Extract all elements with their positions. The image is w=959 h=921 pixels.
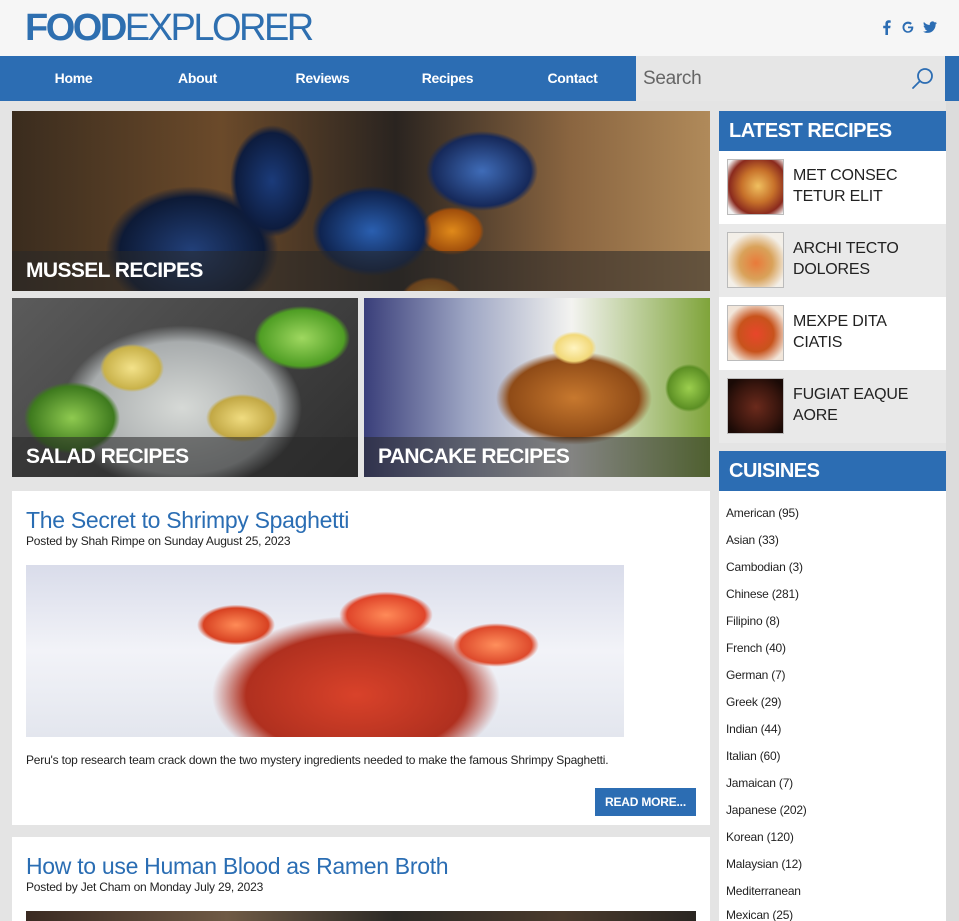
latest-recipe-item[interactable]: FUGIAT EAQUE AORE bbox=[719, 370, 946, 443]
recipe-title: MEXPE DITA CIATIS bbox=[793, 311, 938, 353]
recipe-title: MET CONSEC TETUR ELIT bbox=[793, 165, 938, 207]
tile-caption: MUSSEL RECIPES bbox=[26, 259, 203, 282]
cuisine-link[interactable]: Indian (44) bbox=[726, 722, 781, 736]
recipe-thumbnail bbox=[727, 232, 784, 288]
read-more-button[interactable]: READ MORE... bbox=[595, 788, 696, 816]
twitter-icon[interactable] bbox=[923, 19, 937, 35]
cuisine-link[interactable]: Italian (60) bbox=[726, 749, 780, 763]
cuisines-heading: CUISINES bbox=[719, 451, 946, 491]
recipe-thumbnail bbox=[727, 305, 784, 361]
post-title[interactable]: How to use Human Blood as Ramen Broth bbox=[26, 852, 449, 880]
hero-tile-mussel[interactable]: MUSSEL RECIPES bbox=[12, 111, 710, 291]
recipe-title-line: ARCHI TECTO bbox=[793, 240, 899, 257]
recipe-title-line: DOLORES bbox=[793, 261, 870, 278]
recipe-thumbnail bbox=[727, 159, 784, 215]
cuisine-link[interactable]: American (95) bbox=[726, 506, 799, 520]
hero-tile-salad[interactable]: SALAD RECIPES bbox=[12, 298, 358, 477]
cuisine-link[interactable]: French (40) bbox=[726, 641, 786, 655]
recipe-title-line: TETUR ELIT bbox=[793, 188, 883, 205]
post-card: How to use Human Blood as Ramen Broth Po… bbox=[12, 837, 710, 921]
facebook-icon[interactable] bbox=[879, 19, 893, 35]
social-links bbox=[879, 19, 937, 35]
logo-bold-text: FOOD bbox=[25, 7, 127, 49]
nav-recipes[interactable]: Recipes bbox=[385, 56, 510, 101]
google-icon[interactable] bbox=[901, 19, 915, 35]
tile-caption: SALAD RECIPES bbox=[26, 445, 189, 468]
nav-contact[interactable]: Contact bbox=[510, 56, 635, 101]
cuisine-link[interactable]: Chinese (281) bbox=[726, 587, 799, 601]
nav-home[interactable]: Home bbox=[11, 56, 136, 101]
post-title[interactable]: The Secret to Shrimpy Spaghetti bbox=[26, 506, 349, 534]
cuisine-link[interactable]: Mediterranean bbox=[726, 884, 801, 898]
cuisine-link[interactable]: Korean (120) bbox=[726, 830, 794, 844]
tile-caption: PANCAKE RECIPES bbox=[378, 445, 570, 468]
cuisine-link[interactable]: German (7) bbox=[726, 668, 786, 682]
cuisine-link[interactable]: Jamaican (7) bbox=[726, 776, 793, 790]
site-logo[interactable]: FOODEXPLORER bbox=[25, 7, 314, 49]
post-image[interactable] bbox=[26, 565, 624, 737]
page-edge bbox=[946, 101, 959, 921]
search-icon[interactable] bbox=[911, 67, 935, 91]
recipe-title-line: MEXPE DITA bbox=[793, 313, 887, 330]
cuisine-link[interactable]: Mexican (25) bbox=[726, 908, 793, 921]
cuisine-link[interactable]: Filipino (8) bbox=[726, 614, 780, 628]
recipe-title: FUGIAT EAQUE AORE bbox=[793, 384, 938, 426]
cuisine-link[interactable]: Japanese (202) bbox=[726, 803, 807, 817]
cuisine-link[interactable]: Cambodian (3) bbox=[726, 560, 803, 574]
latest-recipe-item[interactable]: ARCHI TECTO DOLORES bbox=[719, 224, 946, 297]
recipe-title-line: FUGIAT EAQUE bbox=[793, 386, 909, 403]
latest-recipes-heading: LATEST RECIPES bbox=[719, 111, 946, 151]
cuisine-link[interactable]: Asian (33) bbox=[726, 533, 779, 547]
cuisine-link[interactable]: Greek (29) bbox=[726, 695, 782, 709]
post-meta: Posted by Jet Cham on Monday July 29, 20… bbox=[26, 880, 264, 894]
recipe-thumbnail bbox=[727, 378, 784, 434]
latest-recipe-item[interactable]: MEXPE DITA CIATIS bbox=[719, 297, 946, 370]
post-meta: Posted by Shah Rimpe on Sunday August 25… bbox=[26, 534, 291, 548]
nav-about[interactable]: About bbox=[135, 56, 260, 101]
recipe-title-line: AORE bbox=[793, 407, 838, 424]
latest-recipe-item[interactable]: MET CONSEC TETUR ELIT bbox=[719, 151, 946, 224]
post-image[interactable] bbox=[26, 911, 696, 921]
recipe-title-line: MET CONSEC bbox=[793, 167, 898, 184]
post-excerpt: Peru's top research team crack down the … bbox=[26, 753, 609, 767]
post-card: The Secret to Shrimpy Spaghetti Posted b… bbox=[12, 491, 710, 825]
recipe-title-line: CIATIS bbox=[793, 334, 843, 351]
search-box bbox=[636, 56, 945, 101]
cuisines-list: American (95) Asian (33) Cambodian (3) C… bbox=[719, 491, 946, 921]
hero-tile-pancake[interactable]: PANCAKE RECIPES bbox=[364, 298, 710, 477]
nav-reviews[interactable]: Reviews bbox=[260, 56, 385, 101]
logo-light-text: EXPLORER bbox=[124, 7, 314, 49]
header: FOODEXPLORER bbox=[0, 0, 959, 56]
search-input[interactable] bbox=[636, 56, 945, 101]
cuisine-link[interactable]: Malaysian (12) bbox=[726, 857, 802, 871]
recipe-title: ARCHI TECTO DOLORES bbox=[793, 238, 938, 280]
nav-tail bbox=[945, 56, 959, 101]
